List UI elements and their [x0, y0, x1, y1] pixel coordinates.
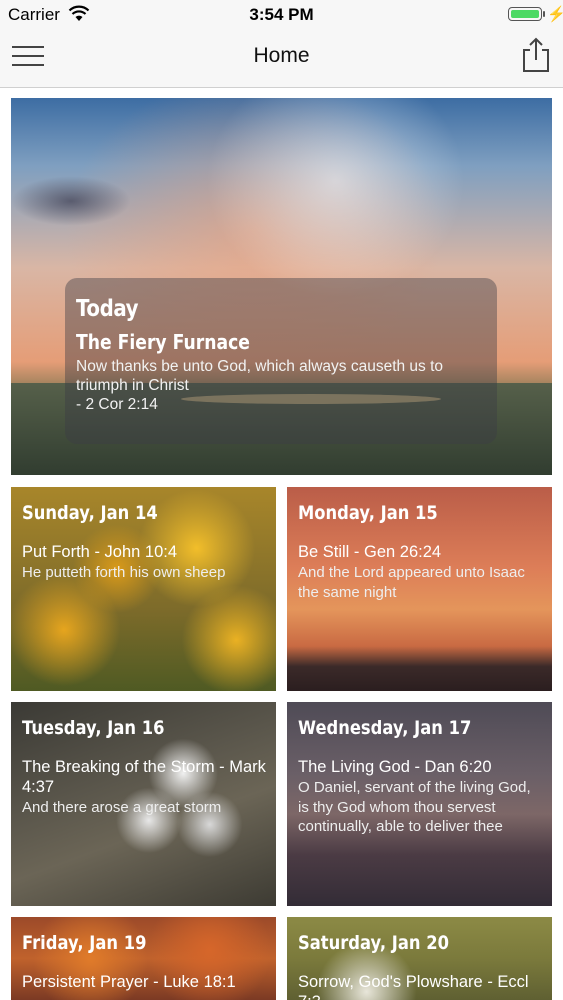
tile-day: Monday, Jan 15 — [298, 502, 438, 524]
tile-title: The Breaking of the Storm - Mark 4:37 — [22, 758, 266, 796]
tile-content: Be Still - Gen 26:24 And the Lord appear… — [298, 542, 544, 602]
hero-verse: Now thanks be unto God, which always cau… — [76, 358, 444, 394]
tile-title: Sorrow, God's Plowshare - Eccl 7:3 — [298, 973, 529, 1000]
tile-verse: And the Lord appeared unto Isaac the sam… — [298, 564, 525, 601]
hero-verse-block: Now thanks be unto God, which always cau… — [76, 357, 496, 414]
hero-label: Today — [76, 296, 139, 322]
tile-title: Persistent Prayer - Luke 18:1 — [22, 973, 236, 991]
tile-content: The Breaking of the Storm - Mark 4:37 An… — [22, 757, 268, 818]
devotional-tile-monday[interactable]: Monday, Jan 15 Be Still - Gen 26:24 And … — [287, 487, 552, 691]
hero-title: The Fiery Furnace — [76, 330, 250, 354]
tile-day: Tuesday, Jan 16 — [22, 717, 165, 739]
hero-image-cloud — [11, 176, 131, 226]
tile-verse: And there arose a great storm — [22, 799, 222, 816]
battery-cap — [543, 11, 545, 17]
tile-title: The Living God - Dan 6:20 — [298, 758, 492, 776]
tile-title: Put Forth - John 10:4 — [22, 543, 178, 561]
tile-content: Persistent Prayer - Luke 18:1 — [22, 972, 268, 992]
navigation-bar: Home — [0, 30, 563, 88]
tile-content: The Living God - Dan 6:20 O Daniel, serv… — [298, 757, 544, 837]
devotional-tile-sunday[interactable]: Sunday, Jan 14 Put Forth - John 10:4 He … — [11, 487, 276, 691]
tile-day: Sunday, Jan 14 — [22, 502, 158, 524]
share-icon[interactable] — [520, 36, 552, 74]
battery-icon — [508, 7, 542, 21]
status-bar: Carrier 3:54 PM ⚡ — [0, 0, 563, 30]
tile-title: Be Still - Gen 26:24 — [298, 543, 442, 561]
hero-reference: - 2 Cor 2:14 — [76, 396, 158, 413]
tile-day: Wednesday, Jan 17 — [298, 717, 472, 739]
devotional-tile-saturday[interactable]: Saturday, Jan 20 Sorrow, God's Plowshare… — [287, 917, 552, 1000]
tile-content: Sorrow, God's Plowshare - Eccl 7:3 — [298, 972, 544, 1000]
devotional-tile-friday[interactable]: Friday, Jan 19 Persistent Prayer - Luke … — [11, 917, 276, 1000]
charging-icon: ⚡ — [547, 6, 563, 23]
status-time: 3:54 PM — [249, 5, 314, 24]
hero-overlay: Today The Fiery Furnace Now thanks be un… — [65, 278, 497, 444]
tile-content: Put Forth - John 10:4 He putteth forth h… — [22, 542, 268, 583]
page-title: Home — [253, 44, 310, 67]
devotional-tile-wednesday[interactable]: Wednesday, Jan 17 The Living God - Dan 6… — [287, 702, 552, 906]
tile-verse: O Daniel, servant of the living God, is … — [298, 779, 531, 835]
tile-day: Saturday, Jan 20 — [298, 932, 449, 954]
today-devotional-card[interactable]: Today The Fiery Furnace Now thanks be un… — [11, 98, 552, 475]
devotional-tile-tuesday[interactable]: Tuesday, Jan 16 The Breaking of the Stor… — [11, 702, 276, 906]
tile-verse: He putteth forth his own sheep — [22, 564, 226, 581]
tile-day: Friday, Jan 19 — [22, 932, 147, 954]
